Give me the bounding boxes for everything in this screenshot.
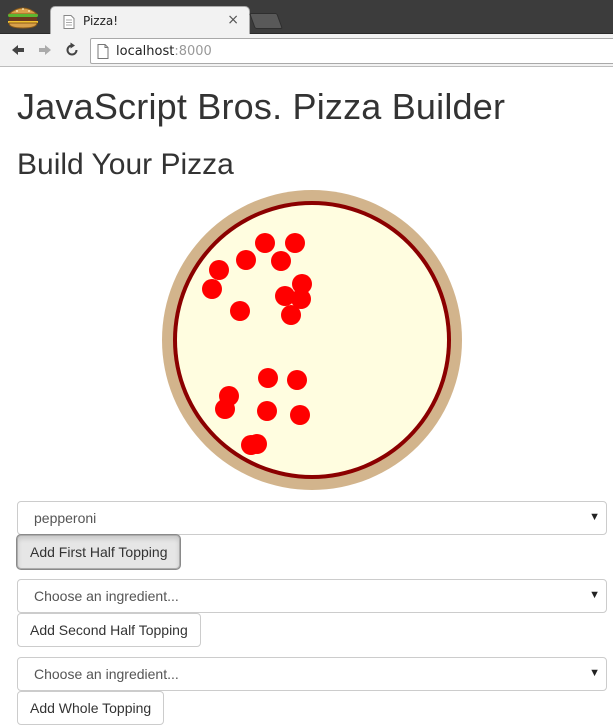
pepperoni [290, 405, 310, 425]
url-host: localhost [116, 44, 175, 59]
pepperoni [271, 251, 291, 271]
chevron-down-icon: ▼ [589, 511, 600, 523]
first-half-ingredient-select[interactable]: pepperoni ▼ [17, 501, 607, 535]
pepperoni [287, 370, 307, 390]
page-icon [97, 44, 109, 59]
burger-icon[interactable] [6, 4, 40, 30]
pepperoni [247, 434, 267, 454]
pepperoni [215, 399, 235, 419]
address-bar[interactable]: localhost:8000 [90, 38, 613, 64]
pepperoni [230, 301, 250, 321]
pepperoni [257, 401, 277, 421]
close-tab-icon[interactable]: × [227, 12, 239, 28]
whole-select-value: Choose an ingredient... [34, 666, 179, 682]
add-whole-topping-button[interactable]: Add Whole Topping [17, 691, 165, 725]
address-url: localhost:8000 [116, 44, 212, 59]
pepperoni [209, 260, 229, 280]
pizza-image [162, 190, 462, 490]
browser-tab-strip: Pizza! × [0, 0, 613, 35]
new-tab-button[interactable] [249, 13, 283, 29]
tab-title: Pizza! [83, 14, 119, 28]
whole-ingredient-select[interactable]: Choose an ingredient... ▼ [17, 657, 607, 691]
first-half-select-value: pepperoni [34, 510, 97, 526]
add-first-half-topping-button[interactable]: Add First Half Topping [17, 535, 181, 569]
pepperoni [236, 250, 256, 270]
page-icon [63, 15, 75, 29]
second-half-ingredient-select[interactable]: Choose an ingredient... ▼ [17, 579, 607, 613]
chevron-down-icon: ▼ [589, 589, 600, 601]
pepperoni [255, 233, 275, 253]
browser-tab[interactable]: Pizza! × [50, 6, 250, 35]
page-content: JavaScript Bros. Pizza Builder Build You… [0, 68, 613, 725]
forward-arrow-icon[interactable] [37, 42, 53, 58]
pepperoni [281, 305, 301, 325]
back-arrow-icon[interactable] [10, 42, 26, 58]
page-title: JavaScript Bros. Pizza Builder [17, 86, 506, 127]
pepperoni [202, 279, 222, 299]
url-port: :8000 [174, 44, 212, 59]
section-title: Build Your Pizza [17, 148, 234, 181]
pepperoni [258, 368, 278, 388]
add-second-half-topping-button[interactable]: Add Second Half Topping [17, 613, 201, 647]
second-half-select-value: Choose an ingredient... [34, 588, 179, 604]
chevron-down-icon: ▼ [589, 667, 600, 679]
browser-toolbar: localhost:8000 [0, 34, 613, 67]
reload-icon[interactable] [64, 42, 80, 58]
pizza-cheese [177, 205, 447, 475]
pepperoni [285, 233, 305, 253]
